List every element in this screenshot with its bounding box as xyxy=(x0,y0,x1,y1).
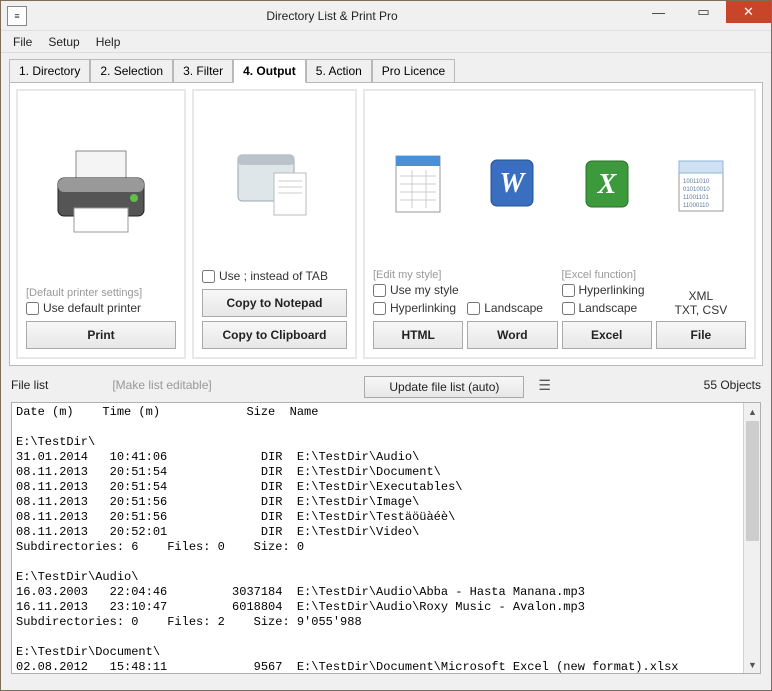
print-button[interactable]: Print xyxy=(26,321,176,349)
tabs-area: 1. Directory 2. Selection 3. Filter 4. O… xyxy=(1,53,771,366)
file-listing-text: Date (m) Time (m) Size Name E:\TestDir\ … xyxy=(12,403,760,674)
word-icon: W xyxy=(467,99,557,267)
use-my-style-row[interactable]: Use my style xyxy=(373,283,463,297)
svg-text:10011010: 10011010 xyxy=(683,179,710,185)
tab-filter[interactable]: 3. Filter xyxy=(173,59,233,82)
tab-licence[interactable]: Pro Licence xyxy=(372,59,455,82)
object-count: 55 Objects xyxy=(704,378,761,392)
menu-setup[interactable]: Setup xyxy=(40,33,87,51)
word-landscape-checkbox[interactable] xyxy=(467,302,480,315)
tab-directory[interactable]: 1. Directory xyxy=(9,59,90,82)
html-subgroup: [Edit my style] Use my style Hyperlinkin… xyxy=(373,99,463,349)
printer-icon xyxy=(26,99,176,287)
use-semicolon-label: Use ; instead of TAB xyxy=(219,269,328,283)
svg-text:W: W xyxy=(500,168,527,199)
menu-file[interactable]: File xyxy=(5,33,40,51)
textfile-icon: 10011010 01010010 11001101 11000110 xyxy=(656,99,746,275)
svg-text:01010010: 01010010 xyxy=(683,187,710,193)
scroll-thumb[interactable] xyxy=(746,421,759,541)
excel-subgroup: X [Excel function] Hyperlinking Landscap… xyxy=(562,99,652,349)
use-default-printer-row[interactable]: Use default printer xyxy=(26,301,176,315)
file-listing-box: Date (m) Time (m) Size Name E:\TestDir\ … xyxy=(11,402,761,674)
word-landscape-row[interactable]: Landscape xyxy=(467,301,557,315)
word-button[interactable]: Word xyxy=(467,321,557,349)
file-txtcsv-label: TXT, CSV xyxy=(656,303,746,317)
listing-scrollbar[interactable]: ▲ ▼ xyxy=(743,403,760,673)
copy-to-clipboard-button[interactable]: Copy to Clipboard xyxy=(202,321,347,349)
close-button[interactable]: ✕ xyxy=(726,1,771,23)
minimize-button[interactable]: — xyxy=(636,1,681,23)
output-panel: [Default printer settings] Use default p… xyxy=(9,83,763,366)
html-hyperlink-checkbox[interactable] xyxy=(373,302,386,315)
notepad-icon xyxy=(202,99,347,267)
excel-landscape-checkbox[interactable] xyxy=(562,302,575,315)
tab-output[interactable]: 4. Output xyxy=(233,59,306,83)
tab-action[interactable]: 5. Action xyxy=(306,59,372,82)
print-group: [Default printer settings] Use default p… xyxy=(16,89,186,359)
excel-landscape-label: Landscape xyxy=(579,301,638,315)
menu-help[interactable]: Help xyxy=(88,33,129,51)
list-header-bar: File list [Make list editable] Update fi… xyxy=(1,366,771,400)
html-hyperlink-row[interactable]: Hyperlinking xyxy=(373,301,463,315)
app-window: ≡ Directory List & Print Pro — ▭ ✕ File … xyxy=(0,0,772,691)
make-list-editable-label[interactable]: [Make list editable] xyxy=(112,378,211,392)
file-subgroup: 10011010 01010010 11001101 11000110 XML … xyxy=(656,99,746,349)
semicolon-row[interactable]: Use ; instead of TAB xyxy=(202,269,347,283)
update-file-list-button[interactable]: Update file list (auto) xyxy=(364,376,524,398)
excel-hyperlink-checkbox[interactable] xyxy=(562,284,575,297)
html-hyperlink-label: Hyperlinking xyxy=(390,301,456,315)
svg-text:X: X xyxy=(596,169,617,200)
use-semicolon-checkbox[interactable] xyxy=(202,270,215,283)
excel-hyperlink-label: Hyperlinking xyxy=(579,283,645,297)
menubar: File Setup Help xyxy=(1,31,771,53)
use-default-printer-label: Use default printer xyxy=(43,301,141,315)
file-xml-label: XML xyxy=(656,289,746,303)
window-buttons: — ▭ ✕ xyxy=(636,1,771,23)
tab-selection[interactable]: 2. Selection xyxy=(90,59,173,82)
excel-hyperlink-row[interactable]: Hyperlinking xyxy=(562,283,652,297)
svg-text:11000110: 11000110 xyxy=(683,203,709,209)
use-default-printer-checkbox[interactable] xyxy=(26,302,39,315)
html-button[interactable]: HTML xyxy=(373,321,463,349)
excel-landscape-row[interactable]: Landscape xyxy=(562,301,652,315)
word-landscape-label: Landscape xyxy=(484,301,543,315)
copy-to-notepad-button[interactable]: Copy to Notepad xyxy=(202,289,347,317)
titlebar: ≡ Directory List & Print Pro — ▭ ✕ xyxy=(1,1,771,31)
excel-button[interactable]: Excel xyxy=(562,321,652,349)
html-hint: [Edit my style] xyxy=(373,269,463,281)
scroll-down-button[interactable]: ▼ xyxy=(744,656,761,673)
tree-icon[interactable]: ☰ xyxy=(538,377,551,394)
file-list-label: File list xyxy=(11,378,48,392)
scroll-up-button[interactable]: ▲ xyxy=(744,403,761,420)
copy-group: Use ; instead of TAB Copy to Notepad Cop… xyxy=(192,89,357,359)
word-subgroup: W Landscape Word xyxy=(467,99,557,349)
app-icon: ≡ xyxy=(7,6,27,26)
tab-bar: 1. Directory 2. Selection 3. Filter 4. O… xyxy=(9,59,763,83)
export-group: [Edit my style] Use my style Hyperlinkin… xyxy=(363,89,756,359)
use-my-style-label: Use my style xyxy=(390,283,459,297)
use-my-style-checkbox[interactable] xyxy=(373,284,386,297)
file-button[interactable]: File xyxy=(656,321,746,349)
excel-hint: [Excel function] xyxy=(562,269,652,281)
svg-text:11001101: 11001101 xyxy=(683,195,709,201)
print-hint: [Default printer settings] xyxy=(26,287,176,299)
maximize-button[interactable]: ▭ xyxy=(681,1,726,23)
html-icon xyxy=(373,99,463,269)
excel-icon: X xyxy=(562,99,652,269)
